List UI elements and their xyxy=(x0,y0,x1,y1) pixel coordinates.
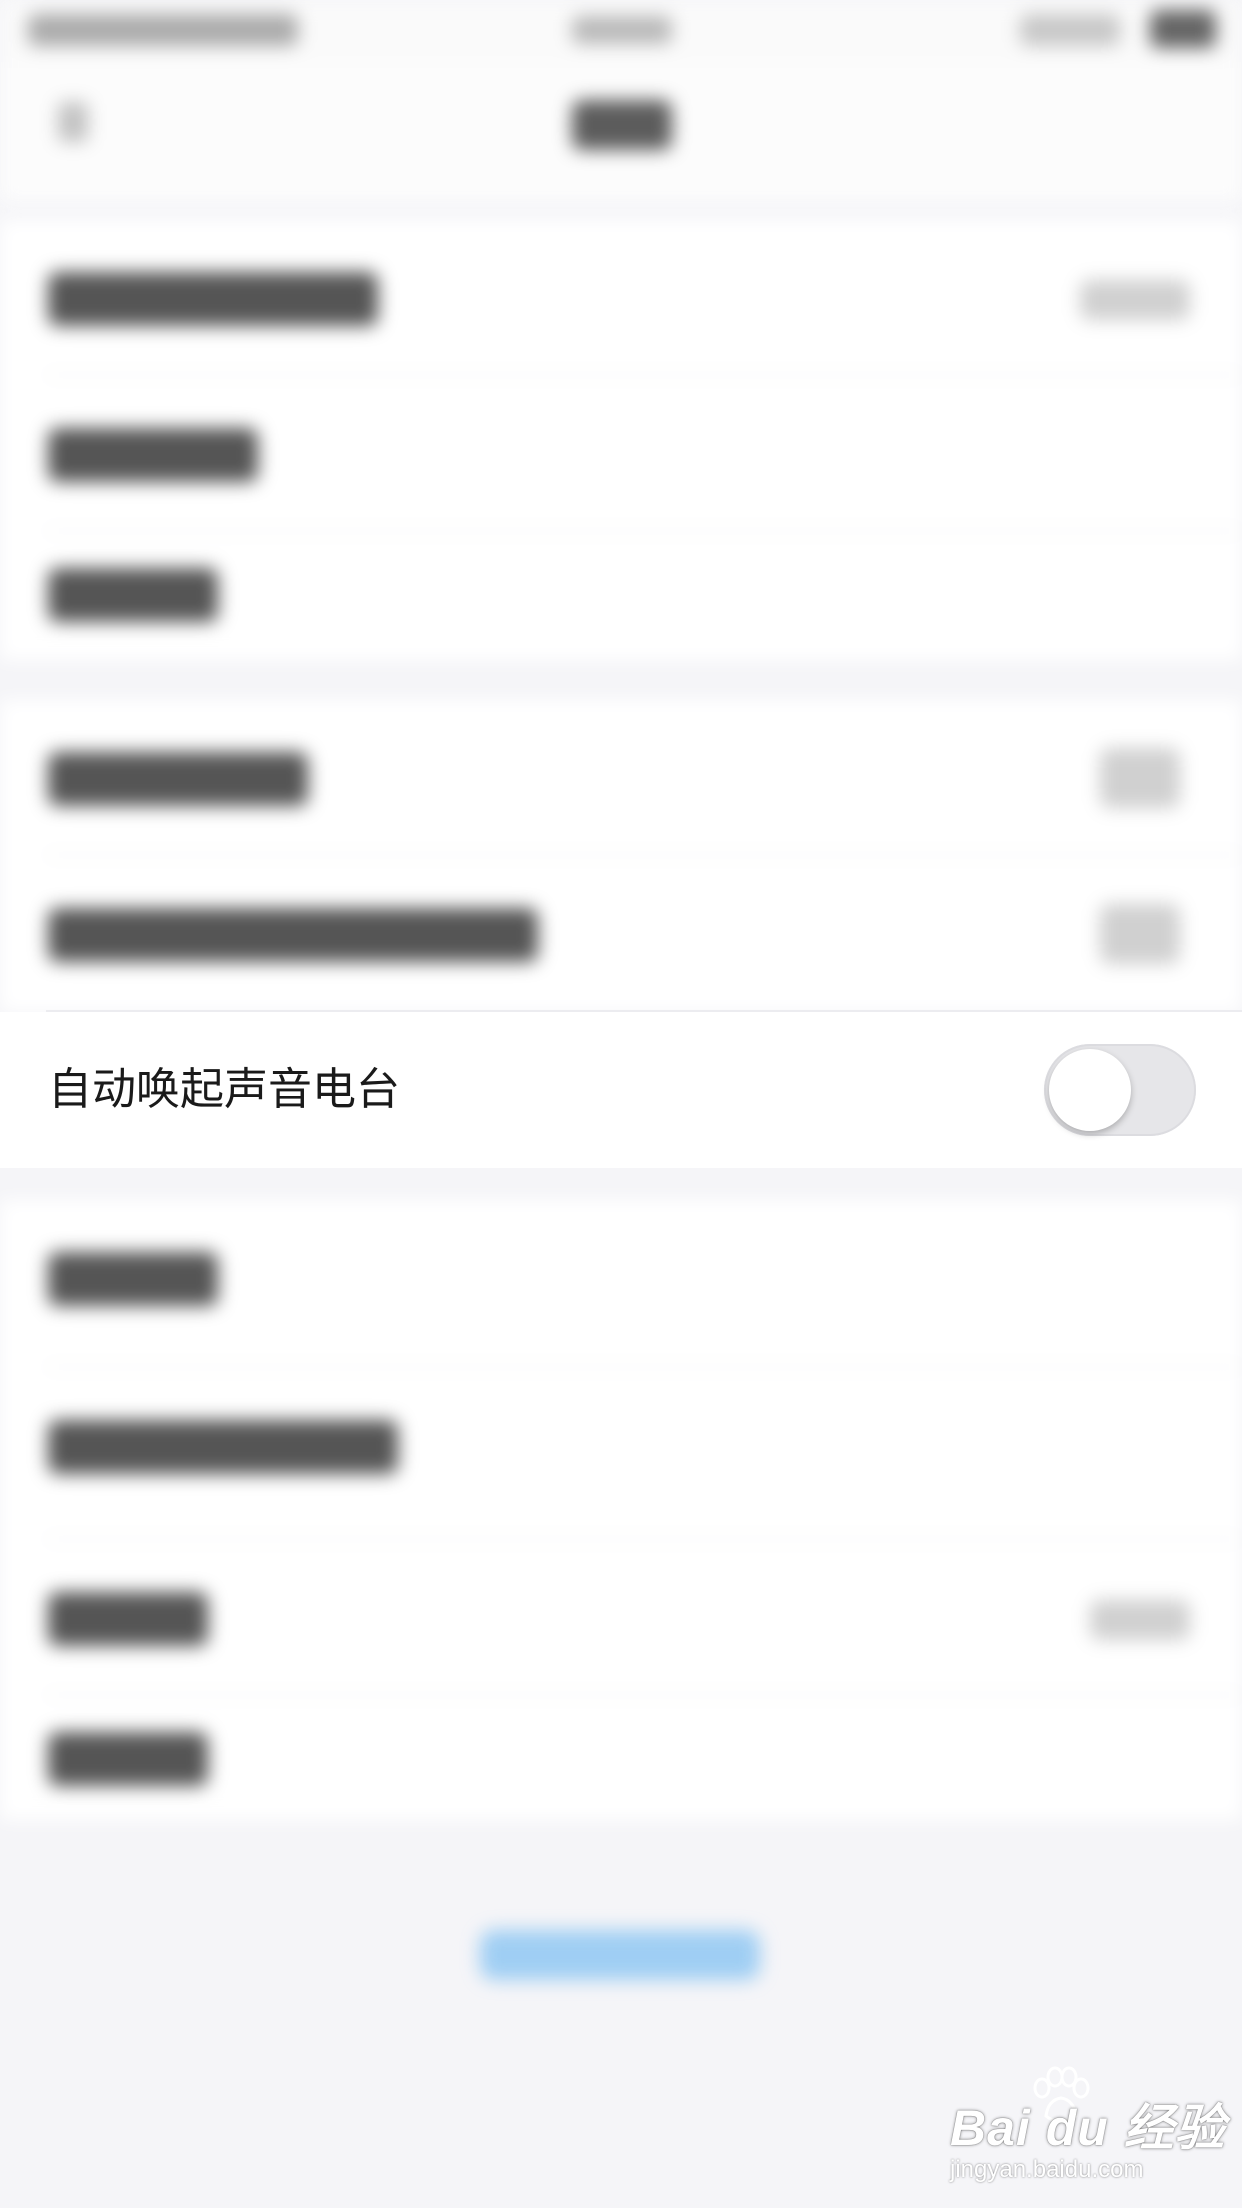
bottom-action-blurred[interactable] xyxy=(480,1930,760,1980)
status-indicators-blurred xyxy=(1020,14,1120,46)
row-label-blurred xyxy=(48,1732,208,1786)
row-label-blurred xyxy=(48,568,218,622)
settings-row-blurred[interactable] xyxy=(0,1540,1242,1696)
row-label-blurred xyxy=(48,428,258,482)
back-icon[interactable] xyxy=(58,102,88,142)
settings-row-blurred[interactable] xyxy=(0,856,1242,1012)
row-label-blurred xyxy=(48,1592,208,1646)
row-value-blurred xyxy=(1080,280,1190,320)
settings-row-blurred[interactable] xyxy=(0,532,1242,660)
status-time-blurred xyxy=(572,16,672,44)
baidu-jingyan-watermark: Bai du 经验 jingyan.baidu.com xyxy=(950,2066,1225,2186)
battery-icon xyxy=(1150,10,1216,48)
status-carrier-blurred xyxy=(28,14,298,46)
watermark-url: jingyan.baidu.com xyxy=(950,2156,1144,2183)
row-value-blurred xyxy=(1090,1600,1190,1640)
settings-screen: 自动唤起声音电台 Bai du 经验 jingyan.baidu.com xyxy=(0,0,1242,2208)
settings-row-blurred[interactable] xyxy=(0,1696,1242,1820)
auto-voice-radio-row: 自动唤起声音电台 xyxy=(0,1012,1242,1168)
nav-bar xyxy=(0,62,1242,202)
row-toggle-blurred xyxy=(1100,748,1180,808)
settings-row-blurred[interactable] xyxy=(0,376,1242,532)
status-bar xyxy=(0,0,1242,62)
toggle-knob xyxy=(1049,1049,1131,1131)
settings-row-blurred[interactable] xyxy=(0,1200,1242,1356)
row-label-blurred xyxy=(48,752,308,806)
watermark-brand: Bai du 经验 xyxy=(950,2100,1226,2156)
settings-row-blurred[interactable] xyxy=(0,220,1242,376)
auto-voice-radio-toggle[interactable] xyxy=(1044,1044,1196,1136)
settings-group-3 xyxy=(0,1200,1242,1820)
row-toggle-blurred xyxy=(1100,904,1180,964)
settings-row-blurred[interactable] xyxy=(0,700,1242,856)
row-label-blurred xyxy=(48,1252,218,1306)
settings-group-2 xyxy=(0,700,1242,1012)
auto-voice-radio-label: 自动唤起声音电台 xyxy=(48,1064,400,1115)
row-label-blurred xyxy=(48,1420,398,1474)
settings-row-blurred[interactable] xyxy=(0,1368,1242,1524)
settings-group-1 xyxy=(0,220,1242,660)
page-title-blurred xyxy=(572,100,672,150)
row-label-blurred xyxy=(48,272,378,326)
row-label-blurred xyxy=(48,908,538,962)
